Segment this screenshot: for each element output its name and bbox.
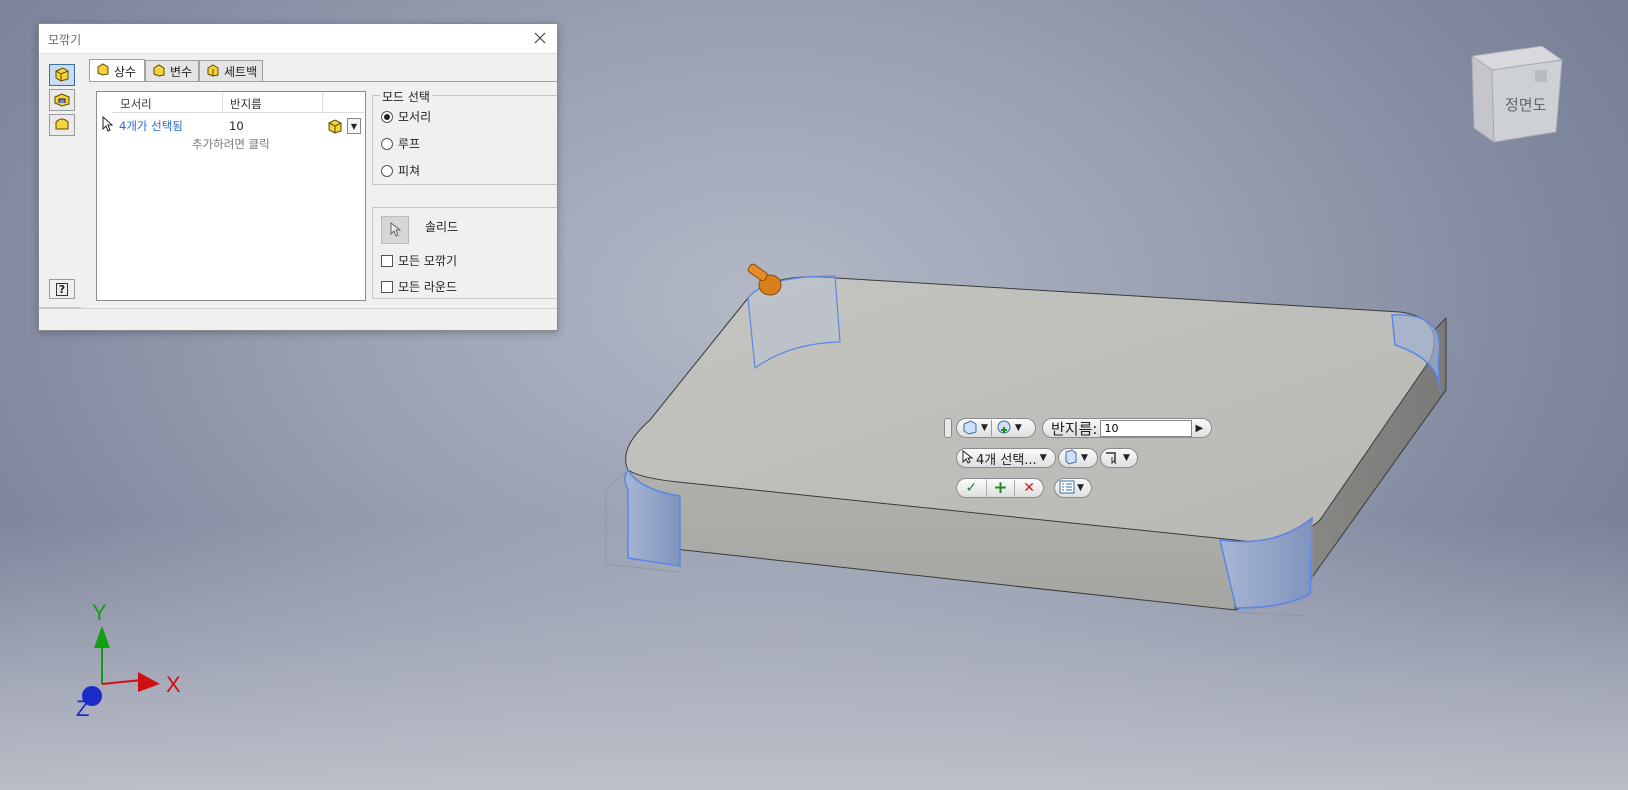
close-icon[interactable] [531,29,549,47]
apply-plus-icon[interactable]: + [985,478,1015,498]
chain-edge-icon [1105,450,1121,467]
checkbox-label: 모든 모깎기 [398,254,458,268]
chevron-down-icon: ▼ [1123,453,1130,463]
all-rounds-checkbox[interactable]: 모든 라운드 [381,278,457,295]
radio-button[interactable] [381,164,393,177]
column-header-edges: 모서리 [120,97,152,111]
mode-option-label: 모서리 [398,110,432,124]
column-separator [222,92,223,113]
radius-pill: 반지름: ▶ [1042,418,1212,438]
face-fillet-icon [53,91,71,110]
radio-button[interactable] [381,137,393,150]
view-cube-face-label[interactable]: 정면도 [1505,94,1546,115]
full-round-fillet-button[interactable] [49,114,75,136]
chain-mode-dropdown[interactable]: ▼ [1100,448,1138,468]
solid-label: 솔리드 [425,220,459,234]
cursor-arrow-icon [961,449,974,467]
fillet-handle-icon[interactable] [747,263,782,296]
options-dropdown[interactable]: ▼ [1054,478,1092,498]
tab-label: 변수 [170,65,193,79]
dialog-options-icon [1059,480,1075,497]
checkbox-label: 모든 라운드 [398,280,458,294]
solid-select-button[interactable] [381,216,409,244]
play-arrow-icon[interactable]: ▶ [1195,423,1203,434]
chevron-down-icon: ▼ [1077,483,1084,493]
cursor-arrow-icon [388,221,402,240]
chevron-down-icon[interactable]: ▼ [347,118,361,134]
fillet-dialog: 모깎기 ? 상수 변수 세트백 모서리 반지름 4개가 선택됨 10 ▼ 추가하… [38,23,559,331]
face-fillet-button[interactable] [49,89,75,111]
help-button[interactable]: ? [49,279,75,299]
cancel-x-icon[interactable]: ✕ [1014,480,1043,496]
column-separator [322,92,323,113]
axis-x-label: X [166,672,181,697]
tab-label: 상수 [114,64,137,79]
dialog-title: 모깎기 [48,33,82,47]
ok-check-icon[interactable]: ✓ [957,480,986,496]
fillet-shape-icon[interactable] [327,118,343,134]
checkbox[interactable] [381,254,393,267]
radius-label: 반지름: [1051,419,1098,438]
table-row-edges[interactable]: 4개가 선택됨 [119,118,183,134]
tab-setback[interactable]: 세트백 [199,60,263,82]
dialog-title-bar[interactable]: 모깎기 [39,24,557,54]
mode-option-edge[interactable]: 모서리 [381,108,431,125]
table-row-radius[interactable]: 10 [229,119,244,133]
chevron-down-icon: ▼ [1081,453,1088,463]
chevron-down-icon: ▼ [1014,423,1022,433]
help-icon: ? [56,282,68,296]
face-mode-icon [1063,448,1079,468]
selection-label: 4개 선택... [976,452,1037,468]
column-header-radius: 반지름 [230,97,262,111]
all-fillets-checkbox[interactable]: 모든 모깎기 [381,252,457,269]
dialog-bottom-strip [39,308,557,330]
checkbox[interactable] [381,280,393,293]
chevron-down-icon: ▼ [981,423,988,433]
setback-tab-icon [206,63,220,80]
axis-z-label: Z [76,696,90,721]
mode-select-group: 모드 선택 모서리 루프 피쳐 [372,88,557,185]
variable-tab-icon [152,63,166,80]
cursor-arrow-icon [101,115,114,135]
mode-option-loop[interactable]: 루프 [381,135,420,152]
tab-label: 세트백 [224,65,258,79]
radio-button[interactable] [381,110,393,123]
mode-option-label: 피쳐 [398,164,421,178]
tab-variable[interactable]: 변수 [145,60,199,82]
edge-fillet-icon [961,419,979,438]
mode-option-label: 루프 [398,137,421,151]
ok-apply-cancel-group: ✓ + ✕ [956,478,1044,498]
tab-constant[interactable]: 상수 [89,59,145,82]
edge-fillet-icon [53,66,71,85]
axis-y-label: Y [92,600,107,625]
selection-dropdown[interactable]: 4개 선택... ▼ [956,448,1056,468]
constant-tab-icon [96,63,110,79]
fillet-type-dropdown[interactable]: ▼ ▼ [956,418,1036,438]
solid-select-icon [995,419,1013,438]
chevron-down-icon: ▼ [1039,453,1047,463]
table-header: 모서리 반지름 [112,92,364,113]
mode-option-feature[interactable]: 피쳐 [381,162,420,179]
add-row-hint[interactable]: 추가하려면 클릭 [192,136,270,152]
mini-toolbar-grip[interactable] [944,418,952,438]
axis-triad [82,626,160,706]
face-mode-dropdown[interactable]: ▼ [1058,448,1098,468]
full-round-fillet-icon [53,116,71,135]
mode-select-title: 모드 선택 [380,88,432,105]
edge-radius-table[interactable]: 모서리 반지름 4개가 선택됨 10 ▼ 추가하려면 클릭 [96,91,366,301]
radius-input[interactable] [1100,419,1193,437]
edge-fillet-button[interactable] [49,64,75,86]
solid-group: 솔리드 모든 모깎기 모든 라운드 [372,207,557,299]
